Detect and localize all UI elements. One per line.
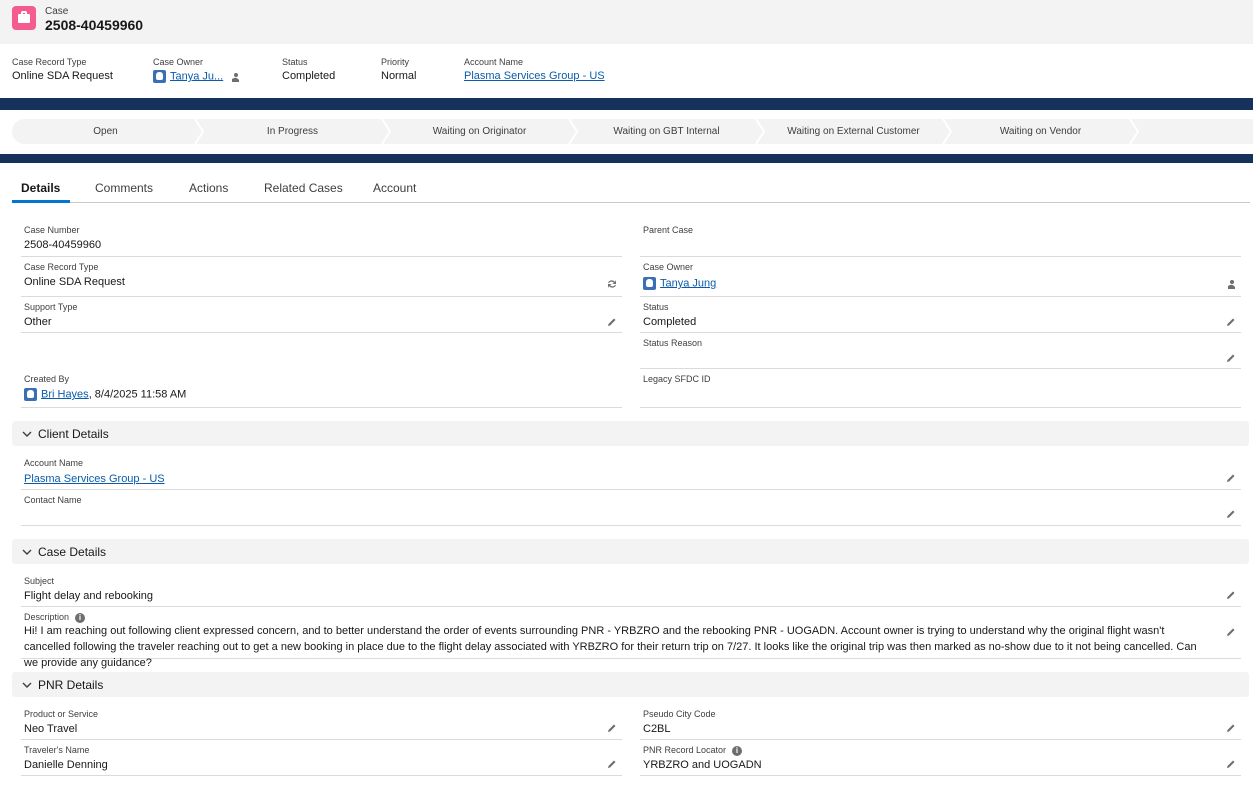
field-subject: Subject Flight delay and rebooking	[21, 571, 1241, 607]
field-created-by: Created By Bri Hayes, 8/4/2025 11:58 AM	[21, 369, 622, 408]
chevron-down-icon	[22, 682, 32, 688]
section-client-details[interactable]: Client Details	[12, 421, 1249, 446]
edit-pencil-icon[interactable]	[607, 317, 617, 327]
highlights-panel: Case Record Type Online SDA Request Case…	[0, 44, 1253, 98]
change-owner-icon[interactable]	[1226, 279, 1236, 289]
field-pseudo-city-code: Pseudo City Code C2BL	[640, 704, 1241, 740]
field-product-or-service: Product or Service Neo Travel	[21, 704, 622, 740]
status-path: Open In Progress Waiting on Originator Wait…	[0, 110, 1253, 154]
field-travelers-name: Traveler's Name Danielle Denning	[21, 740, 622, 776]
field-support-type: Support Type Other	[21, 297, 622, 333]
path-separator	[381, 119, 391, 144]
tab-details[interactable]: Details	[21, 181, 60, 195]
section-title: Case Details	[38, 545, 107, 559]
edit-pencil-icon[interactable]	[1226, 590, 1236, 600]
field-case-number: Case Number 2508-40459960	[21, 220, 622, 257]
record-tabs: Details Comments Actions Related Cases A…	[12, 172, 1250, 203]
chevron-down-icon	[22, 549, 32, 555]
highlight-priority: Priority Normal	[381, 57, 417, 82]
account-name-link[interactable]: Plasma Services Group - US	[24, 473, 165, 485]
path-separator	[942, 119, 952, 144]
path-stage[interactable]: Date Hold	[1134, 119, 1253, 144]
tab-comments[interactable]: Comments	[95, 181, 153, 195]
field-parent-case: Parent Case	[640, 220, 1241, 257]
page-title: 2508-40459960	[45, 17, 144, 33]
edit-pencil-icon[interactable]	[607, 759, 617, 769]
section-title: PNR Details	[38, 678, 104, 692]
tab-actions[interactable]: Actions	[189, 181, 228, 195]
path-stage[interactable]: Waiting on External Customer	[760, 119, 947, 144]
edit-pencil-icon[interactable]	[1226, 473, 1236, 483]
field-legacy-sfdc-id: Legacy SFDC ID	[640, 369, 1241, 408]
path-track: Open In Progress Waiting on Originator Wait…	[12, 119, 1253, 144]
field-status-reason: Status Reason	[640, 333, 1241, 369]
section-title: Client Details	[38, 427, 109, 441]
user-avatar-icon	[643, 277, 656, 290]
case-briefcase-icon	[12, 6, 36, 30]
chevron-down-icon	[22, 431, 32, 437]
field-contact-name: Contact Name	[21, 490, 1241, 526]
path-stage[interactable]: Open	[12, 119, 199, 144]
field-status: Status Completed	[640, 297, 1241, 333]
created-date: , 8/4/2025 11:58 AM	[88, 388, 187, 401]
edit-pencil-icon[interactable]	[607, 723, 617, 733]
account-name-link[interactable]: Plasma Services Group - US	[464, 70, 605, 82]
edit-pencil-icon[interactable]	[1226, 627, 1236, 637]
tab-related-cases[interactable]: Related Cases	[264, 181, 343, 195]
path-band	[0, 154, 1253, 163]
section-case-details[interactable]: Case Details	[12, 539, 1249, 564]
path-separator	[1129, 119, 1139, 144]
field-account-name: Account Name Plasma Services Group - US	[21, 453, 1241, 490]
path-stage[interactable]: In Progress	[199, 119, 386, 144]
change-record-type-icon[interactable]	[607, 279, 617, 289]
record-header: Case 2508-40459960	[0, 0, 1253, 44]
active-tab-indicator	[12, 200, 70, 203]
change-owner-icon[interactable]	[230, 72, 240, 82]
edit-pencil-icon[interactable]	[1226, 317, 1236, 327]
field-pnr-record-locator: PNR Record Locator i YRBZRO and UOGADN	[640, 740, 1241, 776]
created-by-link[interactable]: Bri Hayes	[41, 388, 89, 400]
section-pnr-details[interactable]: PNR Details	[12, 672, 1249, 697]
path-stage[interactable]: Waiting on Originator	[386, 119, 573, 144]
user-avatar-icon	[153, 70, 166, 83]
highlight-status: Status Completed	[282, 57, 336, 82]
highlight-case-record-type: Case Record Type Online SDA Request	[12, 57, 113, 82]
field-case-record-type: Case Record Type Online SDA Request	[21, 257, 622, 297]
path-separator	[568, 119, 578, 144]
edit-pencil-icon[interactable]	[1226, 353, 1236, 363]
edit-pencil-icon[interactable]	[1226, 509, 1236, 519]
field-case-owner: Case Owner Tanya Jung	[640, 257, 1241, 297]
highlight-case-owner: Case Owner Tanya Ju...	[153, 57, 240, 83]
path-stage[interactable]: Waiting on GBT Internal	[573, 119, 760, 144]
user-avatar-icon	[24, 388, 37, 401]
case-owner-link[interactable]: Tanya Ju...	[170, 70, 223, 82]
highlight-account-name: Account Name Plasma Services Group - US	[464, 57, 605, 82]
path-separator	[194, 119, 204, 144]
field-description: Description i Hi! I am reaching out follo…	[21, 607, 1241, 669]
object-type-label: Case	[45, 6, 69, 17]
case-owner-link[interactable]: Tanya Jung	[660, 277, 716, 289]
path-stage[interactable]: Waiting on Vendor	[947, 119, 1134, 144]
info-icon[interactable]: i	[75, 612, 86, 623]
path-separator	[755, 119, 765, 144]
description-text: Hi! I am reaching out following client e…	[24, 625, 1197, 669]
header-band	[0, 98, 1253, 110]
info-icon[interactable]: i	[732, 745, 743, 756]
edit-pencil-icon[interactable]	[1226, 723, 1236, 733]
tab-account[interactable]: Account	[373, 181, 416, 195]
edit-pencil-icon[interactable]	[1226, 759, 1236, 769]
